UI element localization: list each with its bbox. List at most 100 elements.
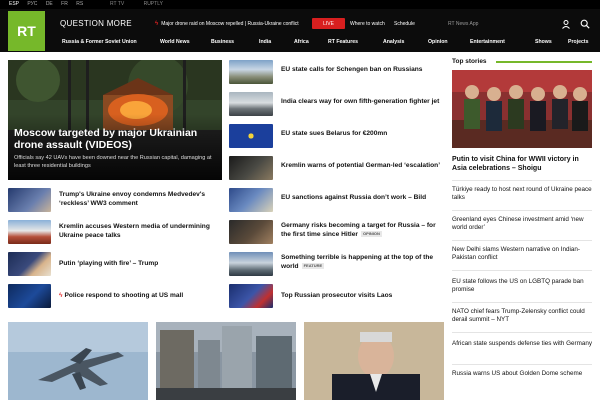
news-thumbnail (8, 220, 51, 244)
slogan: QUESTION MORE (60, 19, 132, 28)
news-thumbnail (229, 92, 273, 116)
top-story-photo (452, 70, 592, 148)
hero-subtitle: Officials say 42 UAVs have been downed n… (14, 155, 212, 169)
news-thumbnail (229, 60, 273, 84)
top-story-item[interactable]: NATO chief fears Trump-Zelensky conflict… (452, 308, 592, 325)
top-bar: ESP РУС DE FR RS RT TV RUPTLY (0, 0, 600, 9)
rt-tv-link[interactable]: RT TV (110, 1, 124, 7)
list-item[interactable]: Putin ‘playing with fire’ – Trump (8, 252, 222, 278)
list-item[interactable]: Kremlin warns of potential German-led ‘e… (229, 156, 444, 182)
lang-rs[interactable]: RS (76, 1, 83, 7)
bottom-story-image[interactable] (156, 322, 296, 400)
city-buildings-photo (156, 322, 296, 400)
lang-fr[interactable]: FR (61, 1, 68, 7)
list-item[interactable]: ϟ Police respond to shooting at US mall (8, 284, 222, 310)
top-story-headline[interactable]: Putin to visit China for WWII victory in… (452, 155, 592, 173)
divider (452, 180, 592, 181)
news-headline[interactable]: Top Russian prosecutor visits Laos (281, 292, 444, 301)
lang-de[interactable]: DE (46, 1, 53, 7)
language-switcher: ESP РУС DE FR RS (9, 0, 90, 9)
divider (452, 332, 592, 333)
nav-projects[interactable]: Projects (568, 39, 588, 45)
divider (452, 270, 592, 271)
divider (452, 364, 592, 365)
top-story-item[interactable]: EU state follows the US on LGBTQ parade … (452, 278, 592, 295)
news-thumbnail (229, 124, 273, 148)
news-headline[interactable]: EU state sues Belarus for €200mn (281, 130, 444, 139)
list-item[interactable]: Germany risks becoming a target for Russ… (229, 220, 444, 246)
hero-title[interactable]: Moscow targeted by major Ukrainian drone… (14, 127, 219, 151)
nav-entertainment[interactable]: Entertainment (470, 39, 505, 45)
news-thumbnail (8, 188, 51, 212)
news-thumbnail (229, 220, 273, 244)
divider (452, 302, 592, 303)
news-thumbnail (8, 284, 51, 308)
news-headline-row[interactable]: Germany risks becoming a target for Russ… (281, 222, 444, 239)
news-headline[interactable]: Kremlin accuses Western media of undermi… (59, 223, 222, 240)
news-headline[interactable]: Putin ‘playing with fire’ – Trump (59, 260, 222, 269)
nav-rt-features[interactable]: RT Features (328, 39, 358, 45)
section-accent-bar (496, 61, 592, 63)
list-item[interactable]: EU state calls for Schengen ban on Russi… (229, 60, 444, 86)
news-thumbnail (229, 156, 273, 180)
top-story-item[interactable]: Greenland eyes Chinese investment amid ‘… (452, 216, 592, 233)
search-icon[interactable] (580, 19, 590, 29)
lightning-icon: ϟ (155, 21, 159, 27)
list-item[interactable]: Trump's Ukraine envoy condemns Medvedev'… (8, 188, 222, 214)
news-headline-row[interactable]: Something terrible is happening at the t… (281, 254, 444, 271)
news-headline[interactable]: Germany risks becoming a target for Russ… (281, 222, 436, 238)
rt-news-app-link[interactable]: RT News App (448, 21, 478, 27)
bottom-story-image[interactable] (8, 322, 148, 400)
news-headline[interactable]: Trump's Ukraine envoy condemns Medvedev'… (59, 191, 222, 208)
news-headline[interactable]: Kremlin warns of potential German-led ‘e… (281, 162, 444, 171)
list-item[interactable]: India clears way for own fifth-generatio… (229, 92, 444, 118)
lang-esp[interactable]: ESP (9, 1, 19, 7)
lang-rus[interactable]: РУС (27, 1, 37, 7)
news-headline[interactable]: EU sanctions against Russia don’t work –… (281, 194, 444, 203)
top-stories-title: Top stories (452, 58, 487, 65)
news-headline[interactable]: EU state calls for Schengen ban on Russi… (281, 66, 444, 75)
list-item[interactable]: Top Russian prosecutor visits Laos (229, 284, 444, 310)
list-item[interactable]: EU sanctions against Russia don’t work –… (229, 188, 444, 214)
top-story-item[interactable]: African state suspends defense ties with… (452, 340, 592, 348)
nav-opinion[interactable]: Opinion (428, 39, 448, 45)
nav-analysis[interactable]: Analysis (383, 39, 404, 45)
live-button[interactable]: LIVE (312, 18, 345, 29)
user-icon[interactable] (561, 19, 571, 29)
nav-world-news[interactable]: World News (160, 39, 190, 45)
news-headline-row[interactable]: ϟ Police respond to shooting at US mall (59, 292, 222, 301)
news-thumbnail (229, 252, 273, 276)
external-links: RT TV RUPTLY (110, 0, 181, 9)
breaking-news[interactable]: ϟ Major drone raid on Moscow repelled | R… (155, 21, 299, 27)
news-headline[interactable]: India clears way for own fifth-generatio… (281, 98, 444, 107)
list-item[interactable]: Something terrible is happening at the t… (229, 252, 444, 278)
news-headline[interactable]: Police respond to shooting at US mall (65, 292, 184, 299)
nav-africa[interactable]: Africa (294, 39, 309, 45)
divider (452, 210, 592, 211)
official-portrait-photo (304, 322, 444, 400)
news-thumbnail (8, 252, 51, 276)
nav-russia[interactable]: Russia & Former Soviet Union (62, 39, 137, 45)
feature-tag: FEATURE (301, 262, 325, 269)
top-story-item[interactable]: Russia warns US about Golden Dome scheme (452, 370, 592, 378)
ruptly-link[interactable]: RUPTLY (144, 1, 163, 7)
lightning-icon: ϟ (59, 292, 63, 299)
rt-logo[interactable]: RT (8, 11, 45, 51)
nav-india[interactable]: India (259, 39, 271, 45)
list-item[interactable]: Kremlin accuses Western media of undermi… (8, 220, 222, 246)
top-story-item[interactable]: Türkiye ready to host next round of Ukra… (452, 186, 592, 203)
divider (452, 240, 592, 241)
news-thumbnail (229, 188, 273, 212)
list-item[interactable]: EU state sues Belarus for €200mn (229, 124, 444, 150)
bottom-story-image[interactable] (304, 322, 444, 400)
top-stories-header: Top stories (452, 58, 592, 68)
nav-shows[interactable]: Shows (535, 39, 552, 45)
top-story-item[interactable]: New Delhi slams Western narrative on Ind… (452, 246, 592, 263)
schedule-link[interactable]: Schedule (394, 21, 415, 27)
nav-business[interactable]: Business (211, 39, 234, 45)
main-nav: Russia & Former Soviet Union World News … (60, 39, 600, 51)
top-story-image[interactable] (452, 70, 592, 148)
fighter-jet-photo (8, 322, 148, 400)
hero-story[interactable]: Moscow targeted by major Ukrainian drone… (8, 60, 222, 180)
where-to-watch-link[interactable]: Where to watch (350, 21, 385, 27)
